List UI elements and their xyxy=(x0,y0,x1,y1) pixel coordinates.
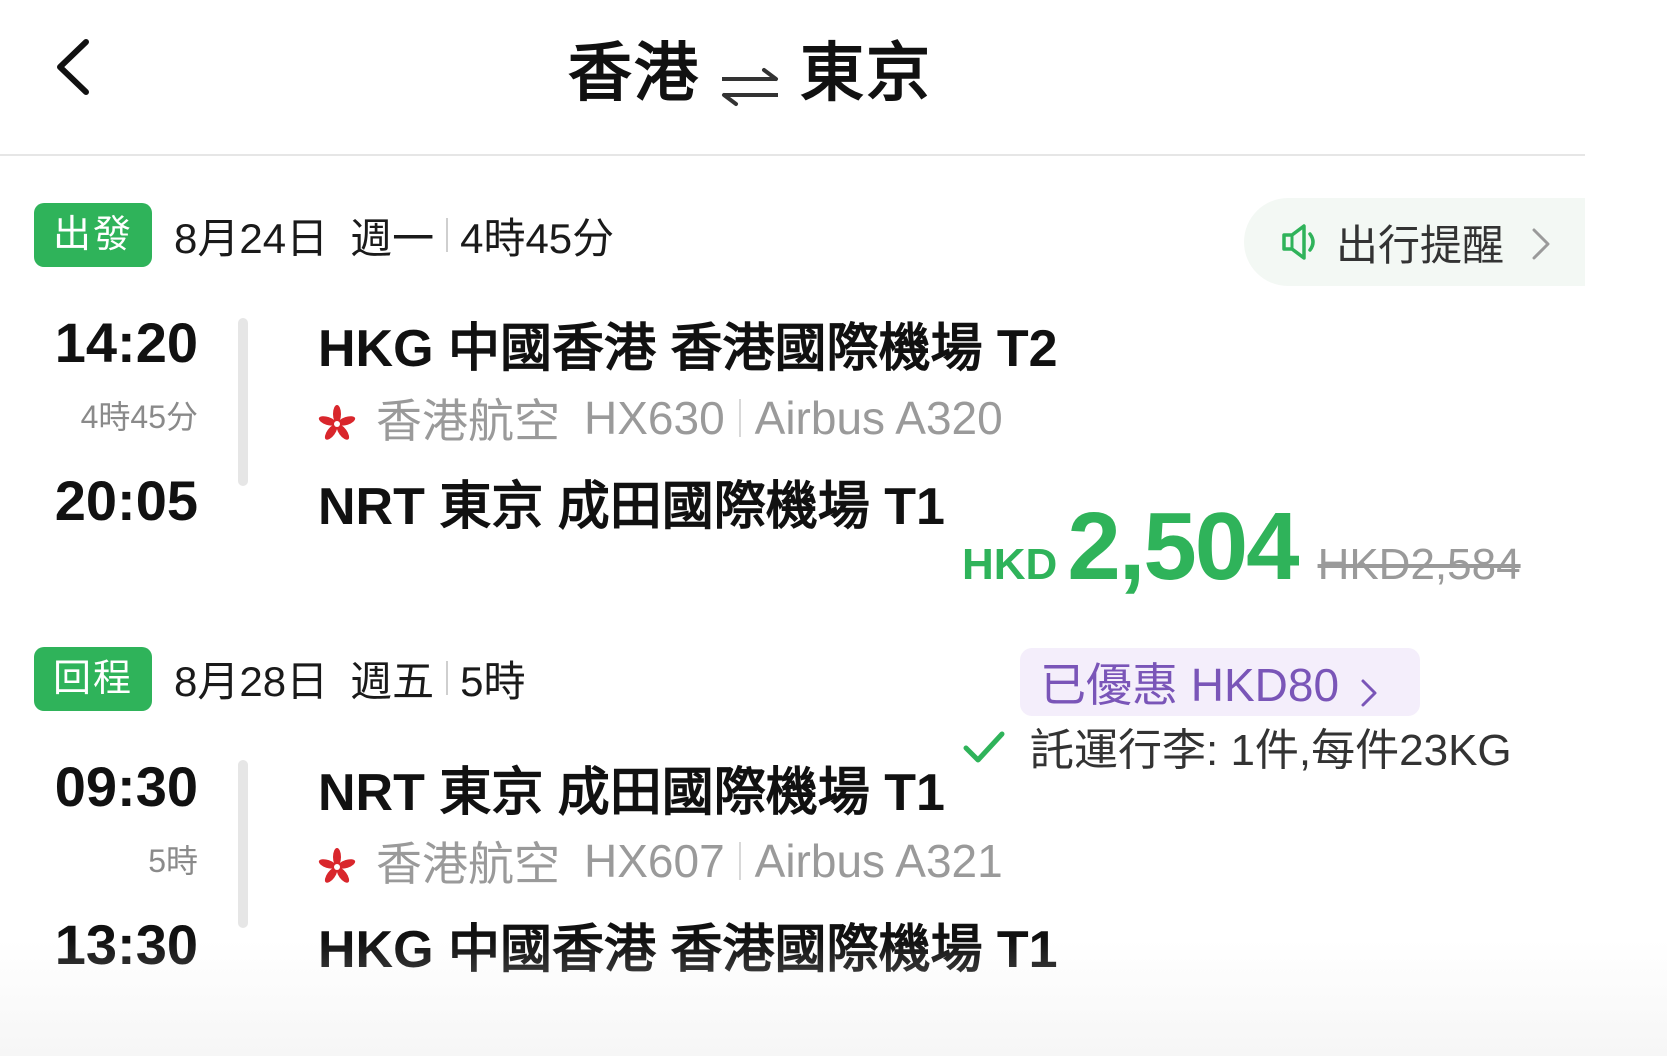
return-duration: 5時 xyxy=(460,657,526,705)
outbound-timeline xyxy=(238,318,248,486)
return-leg-duration: 5時 xyxy=(148,843,198,879)
return-summary: 8月28日 週五 5時 xyxy=(174,651,525,705)
baggage-label: 託運行李: 1件,每件23KG xyxy=(1030,726,1512,775)
chevron-right-icon xyxy=(1530,224,1552,260)
airline-logo-icon xyxy=(318,842,356,883)
discount-button[interactable]: 已優惠 HKD80 xyxy=(1020,648,1420,716)
outbound-weekday: 週一 xyxy=(350,214,435,262)
origin-city: 香港 xyxy=(568,37,700,109)
page-title: 香港 東京 xyxy=(520,26,980,110)
outbound-arrive-time: 20:05 xyxy=(54,469,198,532)
header-divider xyxy=(0,154,1585,156)
chevron-right-icon xyxy=(1359,666,1379,707)
return-airline: 香港航空 xyxy=(376,838,560,890)
return-arrive-airport: HKG 中國香港 香港國際機場 T1 xyxy=(318,921,1058,979)
check-icon xyxy=(962,727,1006,765)
discount-label: 已優惠 HKD80 xyxy=(1040,659,1340,711)
outbound-airline: 香港航空 xyxy=(376,395,560,447)
separator xyxy=(738,842,741,880)
return-weekday: 週五 xyxy=(350,657,435,705)
airline-logo-icon xyxy=(318,399,356,440)
price-block: HKD 2,504 HKD2,584 xyxy=(962,492,1521,602)
return-aircraft: Airbus A321 xyxy=(754,835,1003,887)
swap-icon[interactable] xyxy=(718,48,782,106)
outbound-depart-time: 14:20 xyxy=(54,311,198,374)
outbound-depart-airport: HKG 中國香港 香港國際機場 T2 xyxy=(318,320,1058,378)
return-timeline xyxy=(238,760,248,928)
outbound-summary: 8月24日 週一 4時45分 xyxy=(174,208,614,262)
separator xyxy=(446,661,449,695)
outbound-flight-number: HX630 xyxy=(584,392,725,444)
travel-reminder-button[interactable]: 出行提醒 xyxy=(1244,198,1585,286)
outbound-arrive-airport: NRT 東京 成田國際機場 T1 xyxy=(318,478,945,536)
travel-reminder-label: 出行提醒 xyxy=(1336,221,1505,269)
back-icon[interactable] xyxy=(50,36,100,98)
return-badge: 回程 xyxy=(34,647,152,711)
speaker-icon xyxy=(1278,222,1322,262)
return-depart-time: 09:30 xyxy=(54,755,198,818)
outbound-duration: 4時45分 xyxy=(460,214,615,262)
separator xyxy=(738,399,741,437)
price-amount: 2,504 xyxy=(1067,493,1299,600)
baggage-info: 託運行李: 1件,每件23KG xyxy=(962,718,1512,775)
outbound-aircraft: Airbus A320 xyxy=(754,392,1003,444)
outbound-date: 8月24日 xyxy=(174,214,329,262)
separator xyxy=(446,218,449,252)
outbound-badge: 出發 xyxy=(34,203,152,267)
return-date: 8月28日 xyxy=(174,657,329,705)
return-flight-info: 香港航空 HX607 Airbus A321 xyxy=(318,833,1003,890)
outbound-flight-info: 香港航空 HX630 Airbus A320 xyxy=(318,390,1003,447)
original-price: HKD2,584 xyxy=(1317,540,1521,589)
return-depart-airport: NRT 東京 成田國際機場 T1 xyxy=(318,764,945,822)
return-flight-number: HX607 xyxy=(584,835,725,887)
destination-city: 東京 xyxy=(800,37,932,109)
return-arrive-time: 13:30 xyxy=(54,913,198,976)
outbound-leg-duration: 4時45分 xyxy=(80,399,198,435)
price-currency: HKD xyxy=(962,540,1058,589)
